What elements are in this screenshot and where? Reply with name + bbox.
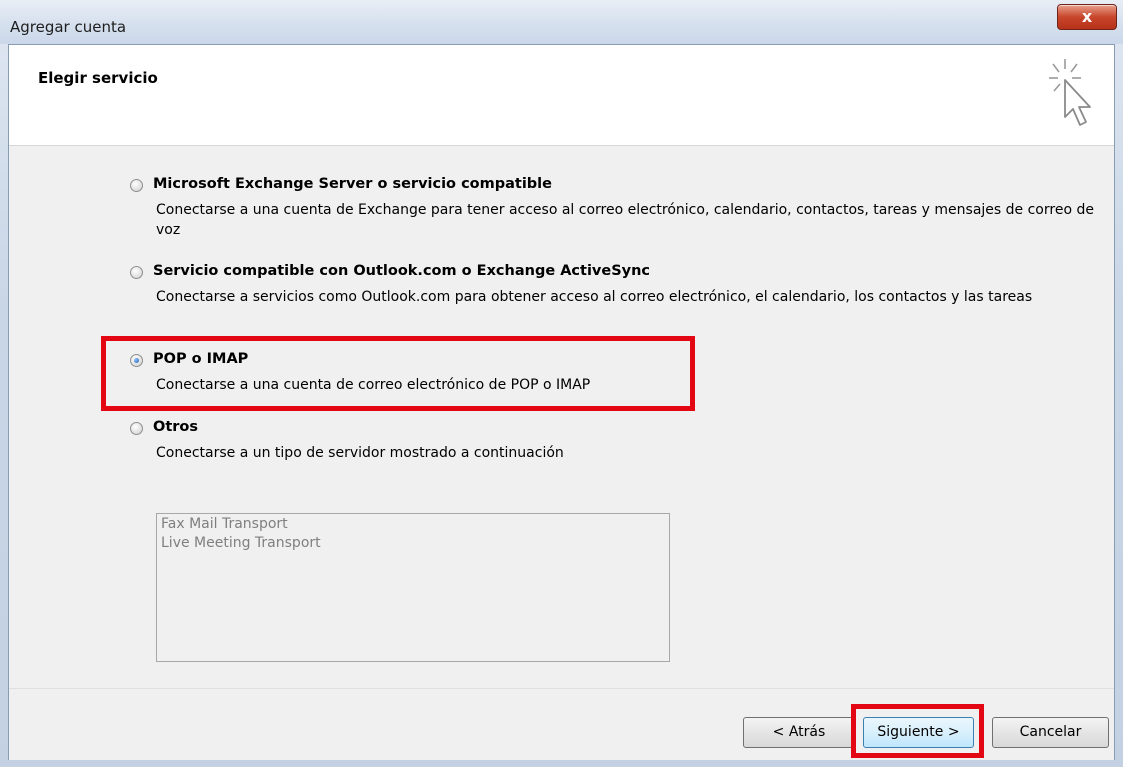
page-title: Elegir servicio (38, 69, 158, 87)
option-pop-imap: POP o IMAP Conectarse a una cuenta de co… (127, 351, 1106, 395)
radio-pop-imap[interactable] (130, 354, 143, 367)
close-button[interactable]: x (1057, 4, 1117, 30)
option-otros: Otros Conectarse a un tipo de servidor m… (127, 419, 1106, 463)
radio-outlook-com[interactable] (130, 266, 143, 279)
dialog-client-area: Elegir servicio Microsoft Exchange Serve… (8, 44, 1115, 760)
option-label[interactable]: Servicio compatible con Outlook.com o Ex… (153, 263, 650, 279)
add-account-dialog: Agregar cuenta x Elegir servicio Microso… (0, 0, 1123, 767)
cursor-sparkle-icon (1049, 59, 1091, 126)
option-label[interactable]: Otros (153, 419, 198, 435)
dialog-header: Elegir servicio (9, 45, 1114, 146)
option-label[interactable]: Microsoft Exchange Server o servicio com… (153, 176, 552, 192)
list-item[interactable]: Live Meeting Transport (161, 534, 665, 553)
option-outlook-com: Servicio compatible con Outlook.com o Ex… (127, 263, 1106, 307)
radio-otros[interactable] (130, 422, 143, 435)
dialog-footer: < Atrás Siguiente > Cancelar (9, 688, 1114, 760)
back-button[interactable]: < Atrás (743, 717, 855, 748)
option-exchange: Microsoft Exchange Server o servicio com… (127, 176, 1106, 240)
transport-list[interactable]: Fax Mail Transport Live Meeting Transpor… (156, 513, 670, 662)
service-options-panel: Microsoft Exchange Server o servicio com… (9, 146, 1114, 688)
option-label[interactable]: POP o IMAP (153, 351, 248, 367)
option-description: Conectarse a una cuenta de correo electr… (156, 377, 591, 393)
option-description: Conectarse a servicios como Outlook.com … (156, 289, 1033, 305)
next-button[interactable]: Siguiente > (863, 717, 974, 748)
cancel-button[interactable]: Cancelar (992, 717, 1109, 748)
radio-exchange[interactable] (130, 179, 143, 192)
option-description: Conectarse a un tipo de servidor mostrad… (156, 445, 564, 461)
option-description: Conectarse a una cuenta de Exchange para… (156, 202, 1094, 238)
window-title: Agregar cuenta (10, 18, 127, 36)
title-bar[interactable]: Agregar cuenta x (0, 0, 1123, 44)
list-item[interactable]: Fax Mail Transport (161, 515, 665, 534)
